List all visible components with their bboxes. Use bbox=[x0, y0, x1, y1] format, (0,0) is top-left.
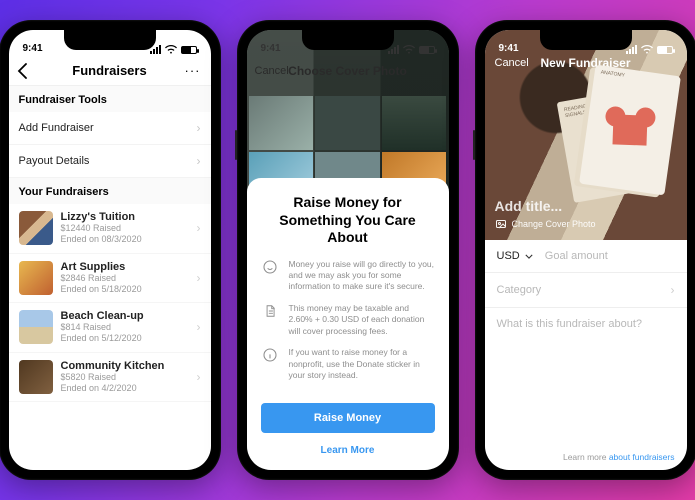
section-header-tools: Fundraiser Tools bbox=[9, 86, 211, 112]
bullet-text: Money you raise will go directly to you,… bbox=[289, 259, 435, 293]
clock: 9:41 bbox=[23, 43, 43, 54]
fundraiser-ended: Ended on 08/3/2020 bbox=[61, 234, 189, 245]
wifi-icon bbox=[641, 45, 653, 54]
category-row[interactable]: Category › bbox=[485, 273, 687, 308]
phone-fundraisers-list: 9:41 Fundraisers ··· Fundraiser Tools Ad… bbox=[0, 20, 221, 480]
goal-amount-row[interactable]: USD Goal amount bbox=[485, 240, 687, 273]
device-notch bbox=[540, 30, 632, 50]
row-add-fundraiser[interactable]: Add Fundraiser › bbox=[9, 112, 211, 145]
change-cover-label: Change Cover Photo bbox=[512, 219, 596, 229]
chevron-right-icon: › bbox=[197, 121, 201, 135]
change-cover-button[interactable]: Change Cover Photo bbox=[495, 218, 596, 230]
cover-illustration-heart-poster: ANATOMY bbox=[579, 65, 681, 196]
fundraiser-raised: $814 Raised bbox=[61, 322, 189, 333]
phone-new-fundraiser: 9:41 Cancel New Fundraiser READING THE S… bbox=[475, 20, 695, 480]
bullet-text: If you want to raise money for a nonprof… bbox=[289, 347, 435, 381]
document-icon bbox=[261, 303, 279, 337]
sheet-bullet: This money may be taxable and 2.60% + 0.… bbox=[261, 303, 435, 337]
wifi-icon bbox=[403, 45, 415, 54]
battery-icon bbox=[181, 46, 197, 54]
section-header-your-fundraisers: Your Fundraisers bbox=[9, 178, 211, 204]
battery-icon bbox=[657, 46, 673, 54]
title-input[interactable]: Add title... bbox=[495, 198, 596, 214]
cancel-button[interactable]: Cancel bbox=[495, 57, 529, 69]
fundraiser-name: Community Kitchen bbox=[61, 360, 189, 372]
clock: 9:41 bbox=[499, 43, 519, 54]
navbar: Fundraisers ··· bbox=[9, 56, 211, 86]
navbar: Cancel New Fundraiser bbox=[485, 56, 687, 70]
sheet-bullet: Money you raise will go directly to you,… bbox=[261, 259, 435, 293]
fundraiser-name: Beach Clean-up bbox=[61, 310, 189, 322]
navbar: Cancel Choose Cover Photo bbox=[247, 56, 449, 86]
fundraiser-raised: $2846 Raised bbox=[61, 273, 189, 284]
info-icon bbox=[261, 347, 279, 381]
bullet-text: This money may be taxable and 2.60% + 0.… bbox=[289, 303, 435, 337]
device-notch bbox=[302, 30, 394, 50]
row-label: Payout Details bbox=[19, 155, 90, 167]
fundraiser-thumbnail bbox=[19, 211, 53, 245]
row-payout-details[interactable]: Payout Details › bbox=[9, 145, 211, 178]
chevron-left-icon bbox=[17, 63, 27, 79]
chevron-right-icon: › bbox=[197, 271, 201, 285]
wifi-icon bbox=[165, 45, 177, 54]
fundraiser-row[interactable]: Art Supplies $2846 Raised Ended on 5/18/… bbox=[9, 254, 211, 304]
chevron-right-icon: › bbox=[197, 154, 201, 168]
sheet-heading: Raise Money for Something You Care About bbox=[261, 194, 435, 247]
row-label: Add Fundraiser bbox=[19, 122, 94, 134]
info-sheet: Raise Money for Something You Care About… bbox=[247, 178, 449, 470]
fundraiser-raised: $12440 Raised bbox=[61, 223, 189, 234]
fundraiser-ended: Ended on 5/18/2020 bbox=[61, 284, 189, 295]
chevron-right-icon: › bbox=[197, 370, 201, 384]
chevron-right-icon: › bbox=[197, 320, 201, 334]
fundraiser-row[interactable]: Lizzy's Tuition $12440 Raised Ended on 0… bbox=[9, 204, 211, 254]
more-button[interactable]: ··· bbox=[185, 63, 201, 78]
learn-more-link[interactable]: Learn More bbox=[261, 441, 435, 460]
fundraiser-thumbnail bbox=[19, 310, 53, 344]
page-title: Fundraisers bbox=[72, 63, 146, 78]
fundraiser-name: Art Supplies bbox=[61, 261, 189, 273]
fundraiser-row[interactable]: Community Kitchen $5820 Raised Ended on … bbox=[9, 353, 211, 403]
raise-money-button[interactable]: Raise Money bbox=[261, 403, 435, 433]
fundraiser-thumbnail bbox=[19, 360, 53, 394]
fundraiser-row[interactable]: Beach Clean-up $814 Raised Ended on 5/12… bbox=[9, 303, 211, 353]
back-button[interactable] bbox=[17, 63, 27, 79]
chevron-right-icon: › bbox=[671, 283, 675, 297]
fundraiser-ended: Ended on 5/12/2020 bbox=[61, 333, 189, 344]
chevron-down-icon bbox=[525, 254, 533, 259]
heart-icon bbox=[612, 114, 647, 145]
image-icon bbox=[495, 218, 507, 230]
sheet-bullet: If you want to raise money for a nonprof… bbox=[261, 347, 435, 381]
fundraiser-raised: $5820 Raised bbox=[61, 372, 189, 383]
fundraiser-ended: Ended on 4/2/2020 bbox=[61, 383, 189, 394]
battery-icon bbox=[419, 46, 435, 54]
clock: 9:41 bbox=[261, 43, 281, 54]
chevron-right-icon: › bbox=[197, 221, 201, 235]
learn-more-footer: Learn more about fundraisers bbox=[485, 444, 687, 470]
cover-photo: 9:41 Cancel New Fundraiser READING THE S… bbox=[485, 30, 687, 240]
about-fundraisers-link[interactable]: about fundraisers bbox=[609, 452, 675, 462]
currency-selector[interactable]: USD bbox=[497, 250, 533, 262]
category-input: Category bbox=[497, 284, 671, 296]
smile-icon bbox=[261, 259, 279, 293]
goal-amount-input[interactable]: Goal amount bbox=[545, 250, 675, 262]
phone-raise-money-sheet: 9:41 Cancel Choose Cover Photo Raise Mon… bbox=[237, 20, 459, 480]
cancel-button[interactable]: Cancel bbox=[255, 65, 289, 77]
about-input[interactable]: What is this fundraiser about? bbox=[497, 318, 675, 330]
fundraiser-name: Lizzy's Tuition bbox=[61, 211, 189, 223]
about-row[interactable]: What is this fundraiser about? bbox=[485, 308, 687, 340]
page-title: Choose Cover Photo bbox=[288, 64, 407, 78]
device-notch bbox=[64, 30, 156, 50]
fundraiser-thumbnail bbox=[19, 261, 53, 295]
